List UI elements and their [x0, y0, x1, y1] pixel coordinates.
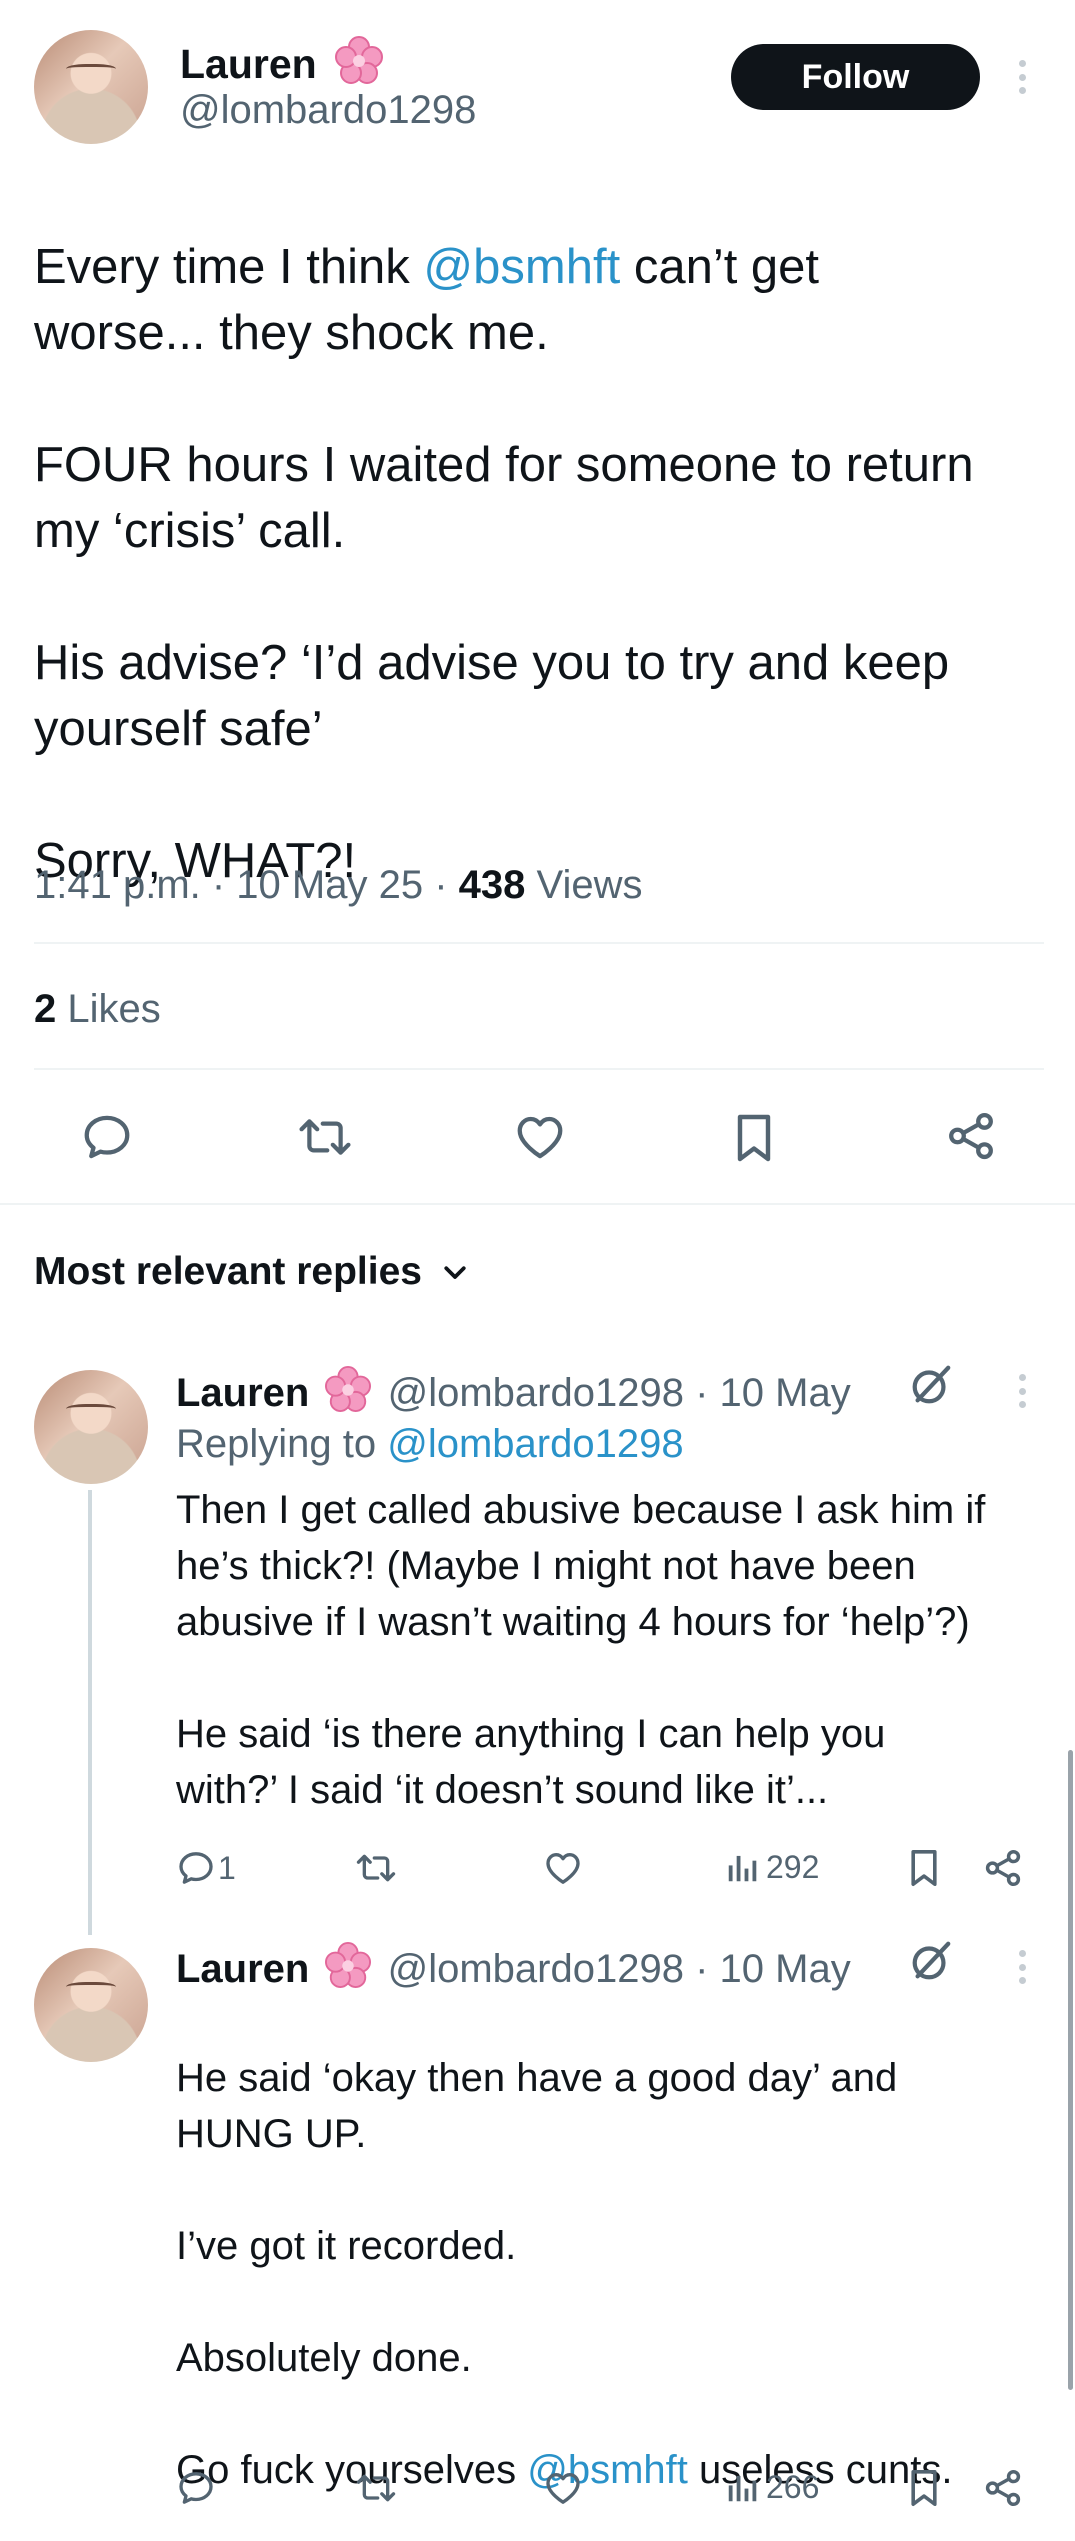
- cherry-blossom-icon: [334, 36, 384, 84]
- author-handle[interactable]: @lombardo1298: [180, 88, 476, 133]
- reply-views: 266: [766, 2468, 820, 2505]
- reply-icon[interactable]: [80, 1110, 134, 1164]
- divider: [34, 942, 1044, 944]
- retweet-icon[interactable]: [354, 2468, 398, 2508]
- reply-date[interactable]: · 10 May: [684, 1947, 851, 1991]
- tweet-timestamp: 1:41 p.m. · 10 May 25 · 438 Views: [34, 863, 643, 907]
- reply-views: 292: [766, 1848, 820, 1885]
- tweet-text: Every time I think @bsmhft can’t get wor…: [34, 240, 974, 888]
- divider: [34, 1068, 1044, 1070]
- reply-avatar[interactable]: [34, 1948, 148, 2062]
- analytics-icon[interactable]: 266: [724, 2468, 819, 2506]
- reply-date[interactable]: · 10 May: [684, 1371, 851, 1415]
- reply-text: Then I get called abusive because I ask …: [176, 1488, 986, 1812]
- replying-to-link[interactable]: @lombardo1298: [387, 1422, 683, 1466]
- reply-avatar[interactable]: [34, 1370, 148, 1484]
- cherry-blossom-icon: [324, 1942, 372, 1988]
- bookmark-icon[interactable]: [906, 1846, 942, 1890]
- cherry-blossom-icon: [324, 1366, 372, 1412]
- replies-sort-dropdown[interactable]: Most relevant replies: [34, 1250, 470, 1294]
- replying-to: Replying to @lombardo1298: [176, 1422, 684, 1466]
- heart-icon[interactable]: [512, 1110, 568, 1164]
- reply-author-handle[interactable]: @lombardo1298: [388, 1371, 684, 1415]
- heart-icon[interactable]: [542, 1848, 584, 1888]
- heart-icon[interactable]: [542, 2468, 584, 2508]
- author-avatar[interactable]: [34, 30, 148, 144]
- share-icon[interactable]: [982, 2466, 1024, 2510]
- reply-author-handle[interactable]: @lombardo1298: [388, 1947, 684, 1991]
- reply-header: Lauren @lombardo1298 · 10 May: [176, 1366, 851, 1416]
- more-icon[interactable]: [1016, 1374, 1028, 1408]
- share-icon[interactable]: [982, 1846, 1024, 1890]
- thread-line: [88, 1490, 92, 1935]
- reply-icon[interactable]: 1: [176, 1848, 236, 1888]
- reply-action-bar: 266: [176, 2466, 1036, 2510]
- reply-text: He said ‘okay then have a good day’ and …: [176, 2056, 953, 2492]
- grok-icon[interactable]: [908, 1362, 954, 1408]
- reply-author-name[interactable]: Lauren: [176, 1947, 309, 1991]
- scrollbar[interactable]: [1068, 1750, 1073, 2390]
- reply-count: 1: [218, 1849, 236, 1886]
- more-icon[interactable]: [1016, 60, 1028, 94]
- bookmark-icon[interactable]: [730, 1110, 778, 1166]
- chevron-down-icon: [440, 1257, 470, 1287]
- divider: [0, 1203, 1075, 1205]
- more-icon[interactable]: [1016, 1950, 1028, 1984]
- mention-link[interactable]: @bsmhft: [423, 240, 620, 294]
- reply-icon[interactable]: [176, 2468, 216, 2508]
- author-name[interactable]: Lauren: [180, 36, 384, 88]
- retweet-icon[interactable]: [354, 1848, 398, 1888]
- reply-author-name[interactable]: Lauren: [176, 1371, 309, 1415]
- share-icon[interactable]: [944, 1108, 998, 1164]
- likes-count[interactable]: 2 Likes: [34, 984, 161, 1034]
- reply-action-bar: 1 292: [176, 1846, 1036, 1890]
- reply-header: Lauren @lombardo1298 · 10 May: [176, 1942, 851, 1992]
- follow-button[interactable]: Follow: [731, 44, 980, 110]
- bookmark-icon[interactable]: [906, 2466, 942, 2510]
- analytics-icon[interactable]: 292: [724, 1848, 819, 1886]
- grok-icon[interactable]: [908, 1938, 954, 1984]
- retweet-icon[interactable]: [296, 1110, 354, 1164]
